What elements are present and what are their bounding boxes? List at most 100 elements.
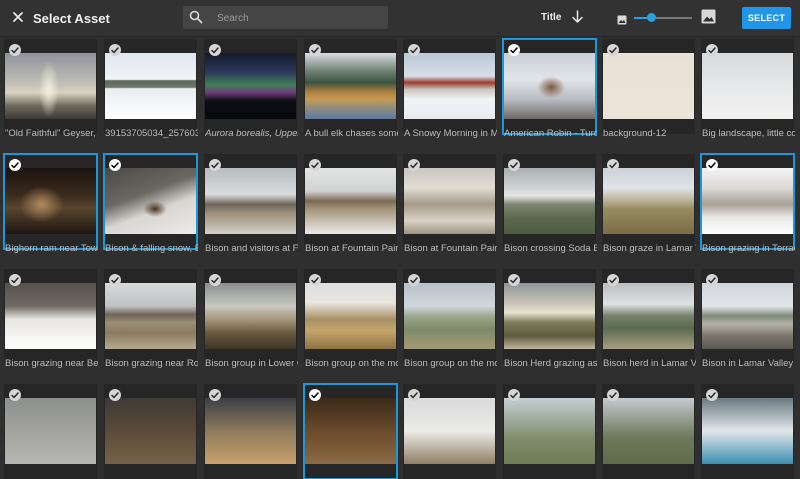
asset-caption: Bison in Lamar Valley (702, 358, 794, 369)
checkmark-icon[interactable] (408, 389, 420, 401)
asset-thumbnail (404, 398, 495, 464)
image-large-icon (701, 9, 716, 24)
asset-caption: Bison grazing near Ro (105, 358, 198, 369)
search-input[interactable] (215, 9, 384, 28)
asset-caption: background-12 (603, 128, 667, 139)
asset-tile[interactable] (104, 384, 197, 479)
asset-tile[interactable] (701, 39, 794, 134)
thumbnail-size-slider[interactable] (634, 10, 692, 26)
checkmark-icon[interactable] (706, 44, 718, 56)
asset-tile[interactable] (204, 384, 297, 479)
sort-field-label[interactable]: Title (541, 12, 561, 23)
asset-tile[interactable] (403, 39, 496, 134)
asset-thumbnail (5, 53, 96, 119)
checkmark-icon[interactable] (706, 389, 718, 401)
asset-tile[interactable] (303, 383, 398, 479)
checkmark-icon[interactable] (508, 389, 520, 401)
asset-thumbnail (603, 398, 694, 464)
asset-tile[interactable] (4, 269, 97, 364)
checkmark-icon[interactable] (209, 159, 221, 171)
asset-tile[interactable] (502, 38, 597, 135)
checkmark-icon[interactable] (706, 274, 718, 286)
checkmark-icon[interactable] (9, 274, 21, 286)
checkmark-icon[interactable] (309, 274, 321, 286)
asset-tile[interactable] (204, 269, 297, 364)
asset-tile[interactable] (304, 154, 397, 249)
checkmark-icon[interactable] (209, 274, 221, 286)
asset-thumbnail (5, 283, 96, 349)
dialog-title: Select Asset (33, 11, 110, 26)
asset-tile[interactable] (104, 39, 197, 134)
checkmark-icon[interactable] (109, 44, 121, 56)
checkmark-icon[interactable] (309, 159, 321, 171)
asset-thumbnail (504, 53, 595, 119)
asset-tile[interactable] (701, 269, 794, 364)
asset-thumbnail (603, 53, 694, 119)
asset-caption: Bison and visitors at F (205, 243, 298, 254)
asset-thumbnail (404, 53, 495, 119)
checkmark-icon[interactable] (607, 44, 619, 56)
checkmark-icon[interactable] (9, 159, 21, 171)
asset-tile[interactable] (103, 153, 198, 250)
checkmark-icon[interactable] (209, 44, 221, 56)
asset-tile[interactable] (104, 269, 197, 364)
select-button[interactable]: SELECT (742, 7, 791, 29)
checkmark-icon[interactable] (408, 274, 420, 286)
asset-tile[interactable] (304, 269, 397, 364)
asset-thumbnail (105, 283, 196, 349)
image-small-icon (617, 12, 627, 25)
asset-tile[interactable] (4, 384, 97, 479)
arrow-down-icon[interactable] (571, 10, 584, 24)
asset-tile[interactable] (700, 153, 795, 250)
checkmark-icon[interactable] (309, 44, 321, 56)
asset-caption: Bighorn ram near Tow (5, 243, 98, 254)
asset-tile[interactable] (701, 384, 794, 479)
asset-tile[interactable] (4, 39, 97, 134)
checkmark-icon[interactable] (508, 159, 520, 171)
asset-tile[interactable] (3, 153, 98, 250)
asset-tile[interactable] (602, 154, 695, 249)
asset-caption: Bison & falling snow, E (105, 243, 198, 254)
checkmark-icon[interactable] (109, 159, 121, 171)
search-box[interactable] (183, 6, 388, 29)
asset-tile[interactable] (602, 39, 695, 134)
asset-thumbnail (305, 283, 396, 349)
checkmark-icon[interactable] (607, 159, 619, 171)
asset-tile[interactable] (503, 154, 596, 249)
asset-thumbnail (702, 53, 793, 119)
asset-tile[interactable] (204, 39, 297, 134)
checkmark-icon[interactable] (209, 389, 221, 401)
asset-caption: Bison crossing Soda B (504, 243, 597, 254)
asset-tile[interactable] (403, 384, 496, 479)
asset-tile[interactable] (602, 384, 695, 479)
asset-tile[interactable] (602, 269, 695, 364)
asset-tile[interactable] (204, 154, 297, 249)
checkmark-icon[interactable] (706, 159, 718, 171)
checkmark-icon[interactable] (508, 44, 520, 56)
asset-tile[interactable] (403, 269, 496, 364)
checkmark-icon[interactable] (607, 274, 619, 286)
slider-handle[interactable] (647, 13, 657, 22)
close-icon[interactable] (11, 10, 25, 24)
asset-thumbnail (603, 283, 694, 349)
dialog-header: Select Asset Title SELECT (0, 0, 800, 37)
asset-tile[interactable] (503, 384, 596, 479)
asset-caption: Bison Herd grazing as (504, 358, 597, 369)
asset-thumbnail (702, 283, 793, 349)
checkmark-icon[interactable] (408, 44, 420, 56)
checkmark-icon[interactable] (109, 389, 121, 401)
checkmark-icon[interactable] (607, 389, 619, 401)
checkmark-icon[interactable] (109, 274, 121, 286)
checkmark-icon[interactable] (309, 389, 321, 401)
asset-thumbnail (603, 168, 694, 234)
checkmark-icon[interactable] (9, 44, 21, 56)
checkmark-icon[interactable] (408, 159, 420, 171)
asset-thumbnail (404, 283, 495, 349)
asset-tile[interactable] (304, 39, 397, 134)
asset-tile[interactable] (503, 269, 596, 364)
asset-thumbnail (5, 168, 96, 234)
asset-tile[interactable] (403, 154, 496, 249)
asset-caption: Big landscape, little co (702, 128, 795, 139)
checkmark-icon[interactable] (9, 389, 21, 401)
checkmark-icon[interactable] (508, 274, 520, 286)
